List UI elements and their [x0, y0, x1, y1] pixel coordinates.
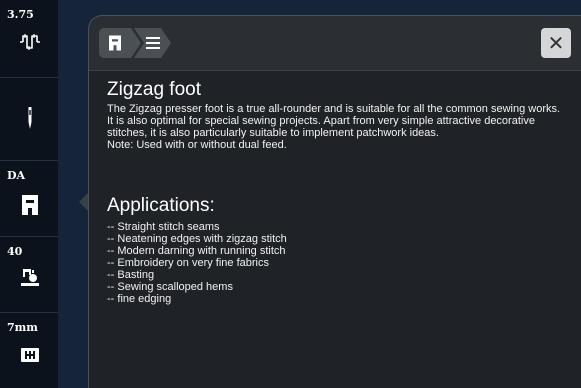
foot-pressure-icon — [21, 269, 39, 286]
application-item: -- Straight stitch seams — [107, 221, 220, 233]
application-item: -- fine edging — [107, 293, 172, 305]
presser-foot-icon — [109, 35, 121, 51]
stitch-plate-icon — [21, 348, 39, 362]
info-dialog: ✕ Zigzag foot The Zigzag presser foot is… — [88, 15, 581, 388]
stitch-length-icon — [20, 34, 40, 50]
foot-pressure-value: 40 — [7, 245, 23, 258]
description-note: Note: Used with or without dual feed. — [107, 139, 287, 151]
application-item: -- Modern darning with running stitch — [107, 245, 286, 257]
description-text: The Zigzag presser foot is a true all-ro… — [107, 103, 561, 139]
sidebar-item-presser-foot[interactable]: DA — [0, 161, 58, 236]
application-item: -- Basting — [107, 269, 155, 281]
sidebar-item-foot-pressure[interactable]: 40 — [0, 237, 58, 312]
sidebar: 3.75 DA 40 7mm — [0, 0, 58, 388]
application-item: -- Sewing scalloped hems — [107, 281, 233, 293]
stitch-plate-value: 7mm — [7, 321, 38, 334]
sidebar-item-stitch-length[interactable]: 3.75 — [0, 0, 58, 77]
application-item: -- Embroidery on very fine fabrics — [107, 257, 269, 269]
applications-title: Applications: — [107, 195, 215, 216]
menu-icon — [146, 37, 160, 49]
breadcrumb-presser-foot[interactable] — [99, 28, 131, 58]
foot-title: Zigzag foot — [107, 79, 201, 100]
stitch-length-value: 3.75 — [7, 8, 34, 21]
presser-foot-icon — [22, 195, 38, 215]
applications-list: -- Straight stitch seams -- Neatening ed… — [107, 221, 287, 305]
screen: 3.75 DA 40 7mm ✕ Zigzag foot The Zigzag … — [0, 0, 581, 388]
foot-description: The Zigzag presser foot is a true all-ro… — [107, 103, 565, 151]
needle-icon — [28, 107, 32, 129]
application-item: -- Neatening edges with zigzag stitch — [107, 233, 287, 245]
close-button[interactable]: ✕ — [541, 28, 571, 58]
info-content: Zigzag foot The Zigzag presser foot is a… — [89, 70, 581, 388]
breadcrumb-menu[interactable] — [131, 28, 173, 58]
sidebar-item-needle[interactable] — [0, 78, 58, 160]
sidebar-item-stitch-plate[interactable]: 7mm — [0, 313, 58, 388]
presser-foot-code: DA — [7, 169, 26, 182]
breadcrumb — [99, 28, 173, 58]
